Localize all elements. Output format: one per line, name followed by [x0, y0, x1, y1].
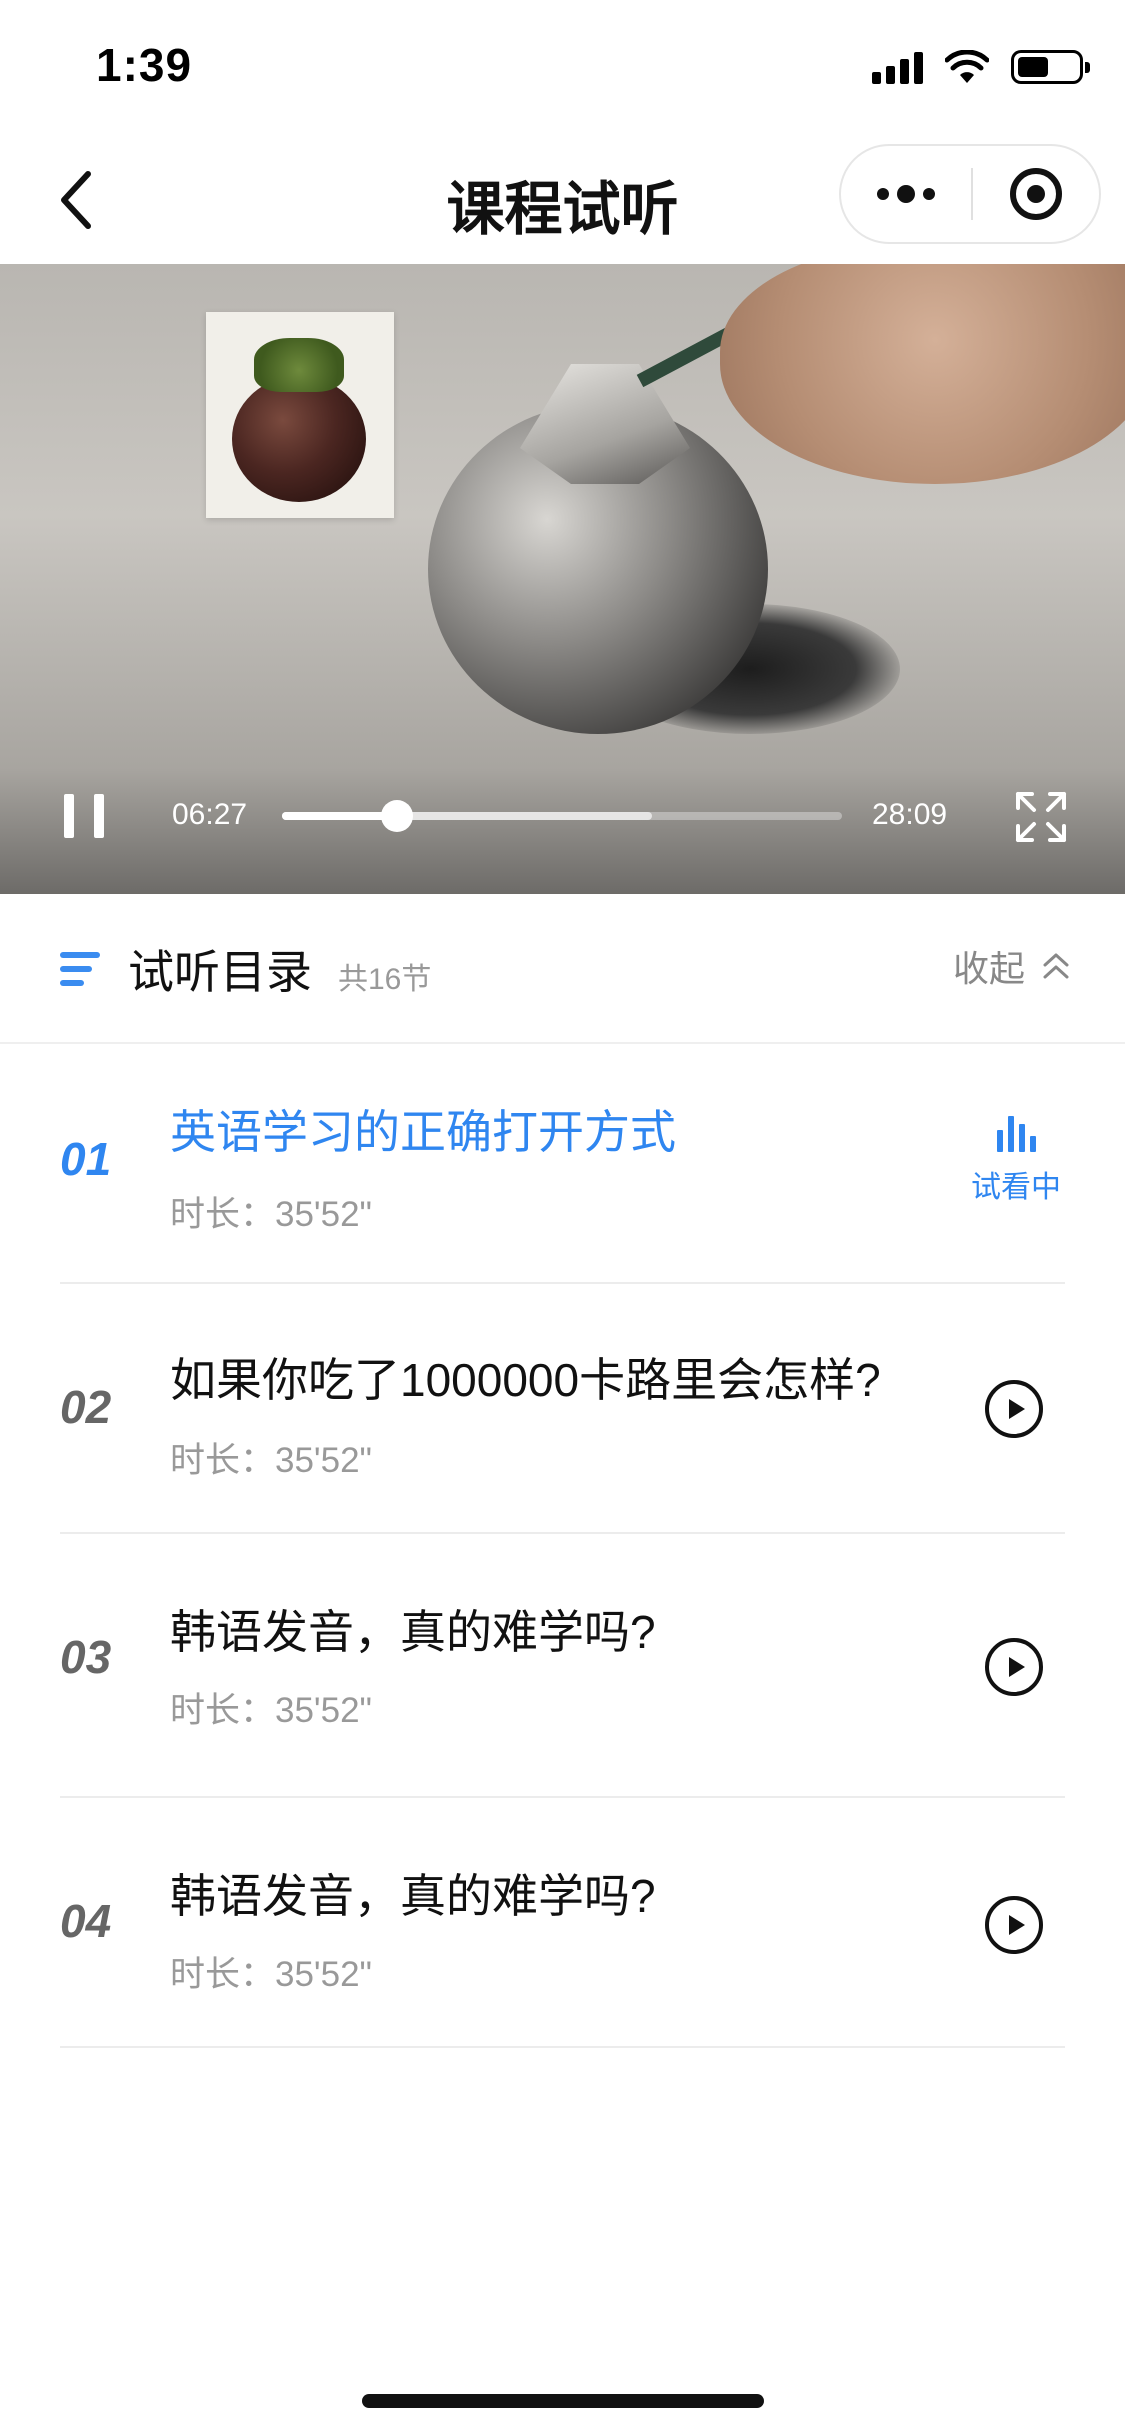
lesson-item[interactable]: 04 韩语发音，真的难学吗? 时长：35'52": [60, 1798, 1065, 2048]
pause-icon: [64, 794, 74, 838]
lesson-item[interactable]: 01 英语学习的正确打开方式 时长：35'52" 试看中: [60, 1046, 1065, 1284]
lesson-title: 英语学习的正确打开方式: [170, 1106, 676, 1158]
lesson-duration: 时长：35'52": [170, 1691, 372, 1730]
wifi-icon: [945, 50, 989, 83]
double-chevron-up-icon: [1043, 953, 1069, 979]
fullscreen-icon: [1016, 792, 1066, 842]
lesson-number: 02: [60, 1381, 112, 1433]
progress-knob[interactable]: [380, 800, 413, 832]
reference-photo: [206, 312, 394, 518]
video-controls: 06:27 28:09: [0, 744, 1125, 894]
lesson-title: 韩语发音，真的难学吗?: [170, 1870, 656, 1922]
list-icon: [60, 952, 100, 986]
battery-icon: [1011, 50, 1090, 84]
lesson-count: 共16节: [338, 963, 432, 996]
now-playing-indicator: 试看中: [971, 1112, 1061, 1206]
collapse-label: 收起: [952, 948, 1025, 989]
play-icon: [1008, 1657, 1025, 1677]
played-bar: [282, 812, 397, 820]
equalizer-icon: [996, 1112, 1036, 1152]
hand: [720, 264, 1125, 484]
lesson-duration: 时长：35'52": [170, 1955, 372, 1994]
lesson-number: 03: [60, 1631, 112, 1683]
status-bar: 1:39: [0, 0, 1125, 132]
play-button[interactable]: [985, 1380, 1043, 1438]
play-icon: [1008, 1915, 1025, 1935]
lesson-title: 韩语发音，真的难学吗?: [170, 1606, 656, 1658]
lesson-title: 如果你吃了1000000卡路里会怎样?: [170, 1354, 881, 1406]
fullscreen-button[interactable]: [1014, 790, 1068, 844]
more-button[interactable]: [841, 146, 971, 242]
status-time: 1:39: [96, 39, 193, 91]
now-playing-label: 试看中: [971, 1171, 1061, 1204]
mini-program-capsule: [839, 144, 1101, 244]
play-button[interactable]: [985, 1638, 1043, 1696]
target-icon: [1010, 168, 1062, 220]
cellular-signal-icon: [872, 50, 923, 84]
play-icon: [1008, 1399, 1025, 1419]
lesson-item[interactable]: 03 韩语发音，真的难学吗? 时长：35'52": [60, 1534, 1065, 1798]
video-player[interactable]: 06:27 28:09: [0, 264, 1125, 894]
progress-bar[interactable]: [282, 800, 842, 832]
lesson-duration: 时长：35'52": [170, 1441, 372, 1480]
close-mini-program-button[interactable]: [973, 146, 1099, 242]
more-icon: [877, 188, 889, 200]
nav-bar: 课程试听: [0, 132, 1125, 264]
lesson-number: 01: [60, 1133, 112, 1185]
catalog-header: 试听目录 共16节 收起: [0, 894, 1125, 1044]
collapse-button[interactable]: 收起: [953, 940, 1071, 992]
status-icons: [872, 50, 1090, 84]
play-button[interactable]: [985, 1896, 1043, 1954]
home-indicator: [362, 2394, 764, 2408]
lesson-item[interactable]: 02 如果你吃了1000000卡路里会怎样? 时长：35'52": [60, 1284, 1065, 1534]
current-time: 06:27: [172, 798, 248, 831]
lesson-duration: 时长：35'52": [170, 1195, 372, 1234]
catalog-title: 试听目录: [128, 946, 312, 998]
total-time: 28:09: [872, 798, 948, 831]
pause-button[interactable]: [64, 794, 104, 838]
lesson-number: 04: [60, 1895, 112, 1947]
